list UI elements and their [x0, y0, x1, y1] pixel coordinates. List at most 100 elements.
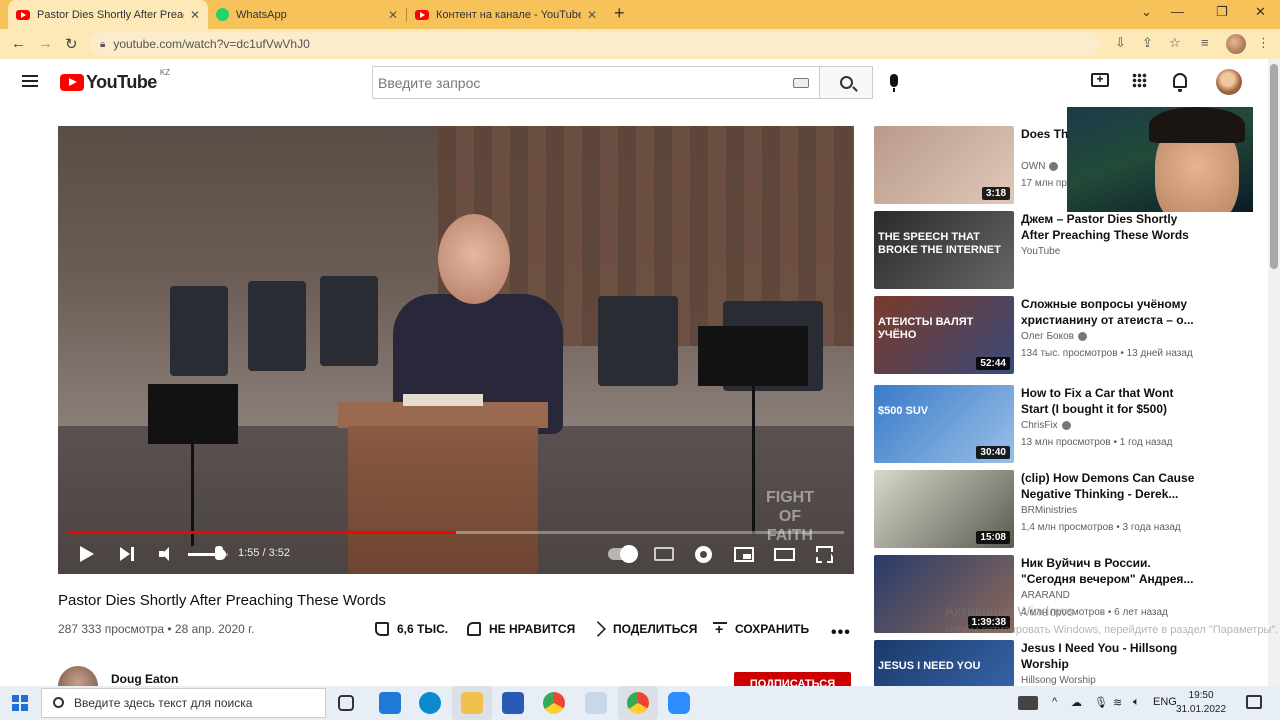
progress-bar[interactable] [68, 531, 844, 534]
recommended-channel[interactable]: OWN [1021, 161, 1059, 172]
channel-name: ChrisFix [1021, 420, 1058, 431]
notifications-bell-icon[interactable] [1173, 73, 1187, 92]
channel-name[interactable]: Doug Eaton [111, 672, 178, 686]
language-indicator[interactable]: ENG [1153, 696, 1177, 708]
share-button[interactable]: ПОДЕЛИТЬСЯ [590, 621, 697, 637]
fullscreen-icon[interactable] [816, 546, 833, 563]
dislike-button[interactable]: НЕ НРАВИТСЯ [467, 622, 575, 636]
taskbar-search-placeholder: Введите здесь текст для поиска [74, 696, 253, 710]
file-explorer-icon[interactable] [461, 692, 483, 714]
paint-app-icon[interactable] [585, 692, 607, 714]
chrome-active-icon[interactable] [627, 692, 649, 714]
recommended-video-title[interactable]: How to Fix a Car that Wont Start (I boug… [1021, 385, 1201, 417]
share-icon[interactable]: ⇪ [1142, 35, 1153, 51]
new-tab-button[interactable]: + [614, 3, 625, 24]
recommended-channel[interactable]: ARARAND [1021, 590, 1070, 601]
video-thumbnail[interactable]: 15:08 [874, 470, 1014, 548]
recommended-video-title[interactable]: Ник Вуйчич в России. "Сегодня вечером" А… [1021, 555, 1201, 587]
store-app-icon[interactable] [502, 692, 524, 714]
microphone-tray-icon[interactable]: 🎙︎ [1094, 696, 1108, 709]
keyboard-icon[interactable] [793, 78, 809, 88]
browser-tab-youtube-studio[interactable]: Контент на канале - YouTube St ✕ [407, 0, 605, 29]
recommended-video-title[interactable]: (clip) How Demons Can Cause Negative Thi… [1021, 470, 1201, 502]
video-thumbnail[interactable]: 1:39:38 [874, 555, 1014, 633]
browser-tab-whatsapp[interactable]: WhatsApp ✕ [208, 0, 406, 29]
speaker-icon[interactable]: 🔈︎ [1133, 696, 1140, 709]
microphone-icon[interactable] [890, 74, 898, 92]
install-icon[interactable]: ⇩ [1115, 35, 1126, 51]
video-thumbnail[interactable]: $500 SUV 30:40 [874, 385, 1014, 463]
more-actions-icon[interactable]: ••• [831, 624, 851, 642]
recommended-video-title[interactable]: Джем – Pastor Dies Shortly After Preachi… [1021, 211, 1201, 243]
recommended-channel[interactable]: Hillsong Worship [1021, 675, 1096, 686]
video-player[interactable]: FIGHT OF FAITH 1:55 / 3:52 [58, 126, 854, 574]
volume-icon[interactable] [159, 547, 175, 561]
more-menu-icon[interactable]: ⋮ [1257, 35, 1270, 51]
recommended-channel[interactable]: YouTube [1021, 246, 1060, 257]
recommended-channel[interactable]: BRMinistries [1021, 505, 1077, 516]
tab-search-chevron-icon[interactable]: ⌄ [1141, 4, 1152, 20]
tab-title: Контент на канале - YouTube St [436, 8, 581, 21]
system-clock[interactable]: 19:50 31.01.2022 [1176, 689, 1226, 717]
maximize-button[interactable]: ❐ [1216, 4, 1228, 20]
close-icon[interactable]: ✕ [388, 8, 398, 22]
recommended-video[interactable]: $500 SUV 30:40 How to Fix a Car that Wont … [874, 385, 1214, 463]
hamburger-menu-icon[interactable] [22, 75, 38, 87]
next-video-icon[interactable] [120, 547, 130, 561]
video-thumbnail[interactable]: 3:18 [874, 126, 1014, 204]
forward-arrow-icon[interactable]: → [38, 35, 53, 52]
video-thumbnail[interactable]: АТЕИСТЫ ВАЛЯТ УЧЁНО 52:44 [874, 296, 1014, 374]
recommended-video-title[interactable]: Jesus I Need You - Hillsong Worship [1021, 640, 1201, 672]
page-scrollbar[interactable] [1268, 59, 1280, 686]
search-button[interactable] [820, 66, 873, 99]
recommended-video-title[interactable]: Сложные вопросы учёному христианину от а… [1021, 296, 1201, 328]
clock-date: 31.01.2022 [1176, 704, 1227, 715]
recommended-video[interactable]: АТЕИСТЫ ВАЛЯТ УЧЁНО 52:44 Сложные вопросы … [874, 296, 1214, 374]
video-thumbnail[interactable]: THE SPEECH THAT BROKE THE INTERNET [874, 211, 1014, 289]
subtitles-icon[interactable] [654, 547, 674, 561]
wifi-icon[interactable]: ≋ [1113, 696, 1122, 709]
back-arrow-icon[interactable]: ← [11, 35, 26, 52]
create-video-icon[interactable]: + [1091, 73, 1109, 87]
profile-avatar[interactable] [1226, 34, 1246, 54]
close-icon[interactable]: ✕ [587, 8, 597, 22]
recommended-video[interactable]: 1:39:38 Ник Вуйчич в России. "Сегодня веч… [874, 555, 1214, 633]
close-window-button[interactable]: ✕ [1255, 4, 1266, 20]
bookmark-star-icon[interactable]: ☆ [1169, 35, 1181, 51]
channel-name: Олег Боков [1021, 331, 1074, 342]
search-input[interactable]: Введите запрос [372, 66, 820, 99]
theater-mode-icon[interactable] [774, 548, 795, 561]
windows-taskbar: Введите здесь текст для поиска ^ ☁ 🎙︎ ≋ … [0, 686, 1280, 720]
edge-browser-icon[interactable] [419, 692, 441, 714]
start-button[interactable] [12, 695, 28, 711]
miniplayer-icon[interactable] [734, 547, 754, 562]
taskbar-search-input[interactable]: Введите здесь текст для поиска [41, 688, 326, 718]
account-avatar[interactable] [1216, 69, 1242, 95]
play-icon[interactable] [80, 546, 94, 562]
scrollbar-thumb[interactable] [1270, 64, 1278, 269]
recommended-video[interactable]: 15:08 (clip) How Demons Can Cause Negativ… [874, 470, 1214, 548]
close-icon[interactable]: ✕ [190, 8, 200, 22]
recommended-channel[interactable]: ChrisFix [1021, 420, 1071, 431]
task-view-icon[interactable] [338, 695, 354, 711]
browser-tab-youtube-video[interactable]: Pastor Dies Shortly After Preaching ✕ [8, 0, 208, 29]
camera-tray-icon[interactable] [1018, 696, 1038, 710]
show-hidden-icons-chevron-icon[interactable]: ^ [1052, 696, 1057, 708]
onedrive-icon[interactable]: ☁ [1071, 696, 1082, 709]
save-button[interactable]: СОХРАНИТЬ [713, 622, 809, 636]
minimize-button[interactable]: — [1171, 4, 1184, 19]
autoplay-toggle[interactable] [608, 545, 638, 563]
settings-gear-icon[interactable] [695, 546, 712, 563]
reading-list-icon[interactable]: ≡ [1201, 35, 1209, 50]
address-bar[interactable]: 🔒︎ youtube.com/watch?v=dc1ufVwVhJ0 [90, 32, 1100, 56]
chrome-icon[interactable] [543, 692, 565, 714]
apps-grid-icon[interactable] [1132, 73, 1147, 88]
recommended-channel[interactable]: Олег Боков [1021, 331, 1087, 342]
notification-center-icon[interactable] [1246, 695, 1262, 709]
recommended-video[interactable]: THE SPEECH THAT BROKE THE INTERNET Джем –… [874, 211, 1214, 289]
mail-app-icon[interactable] [379, 692, 401, 714]
youtube-logo[interactable]: YouTube KZ [60, 68, 170, 93]
zoom-app-icon[interactable] [668, 692, 690, 714]
like-button[interactable]: 6,6 ТЫС. [375, 622, 448, 636]
reload-icon[interactable]: ↻ [65, 35, 78, 53]
